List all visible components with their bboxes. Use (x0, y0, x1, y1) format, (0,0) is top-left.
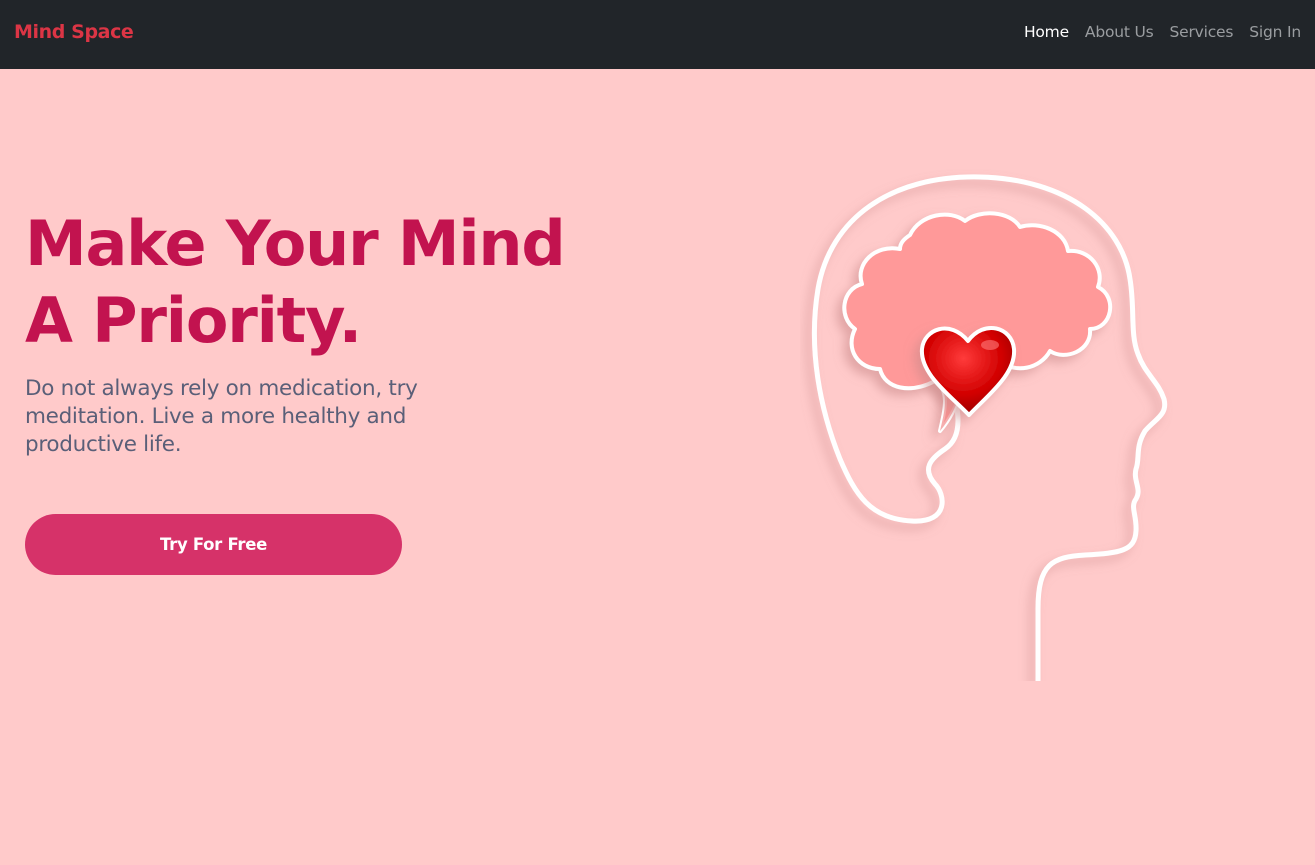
hero-title-line-2: A Priority. (25, 284, 362, 357)
hero-section: Make Your Mind A Priority. Do not always… (0, 69, 1315, 865)
nav-link-services[interactable]: Services (1170, 23, 1234, 41)
nav-link-sign-in[interactable]: Sign In (1249, 23, 1301, 41)
try-for-free-button[interactable]: Try For Free (25, 514, 402, 575)
nav-link-home[interactable]: Home (1024, 23, 1069, 41)
navbar: Mind Space Home About Us Services Sign I… (0, 0, 1315, 69)
brand-logo[interactable]: Mind Space (14, 21, 134, 43)
heart-icon (919, 326, 1017, 417)
nav-links: Home About Us Services Sign In (1024, 23, 1301, 41)
hero-title: Make Your Mind A Priority. (25, 205, 585, 359)
heart-highlight (981, 340, 999, 350)
head-brain-heart-illustration (811, 174, 1168, 681)
hero-title-line-1: Make Your Mind (25, 207, 566, 280)
hero-subtitle: Do not always rely on medication, try me… (25, 376, 418, 457)
nav-link-about-us[interactable]: About Us (1085, 23, 1154, 41)
